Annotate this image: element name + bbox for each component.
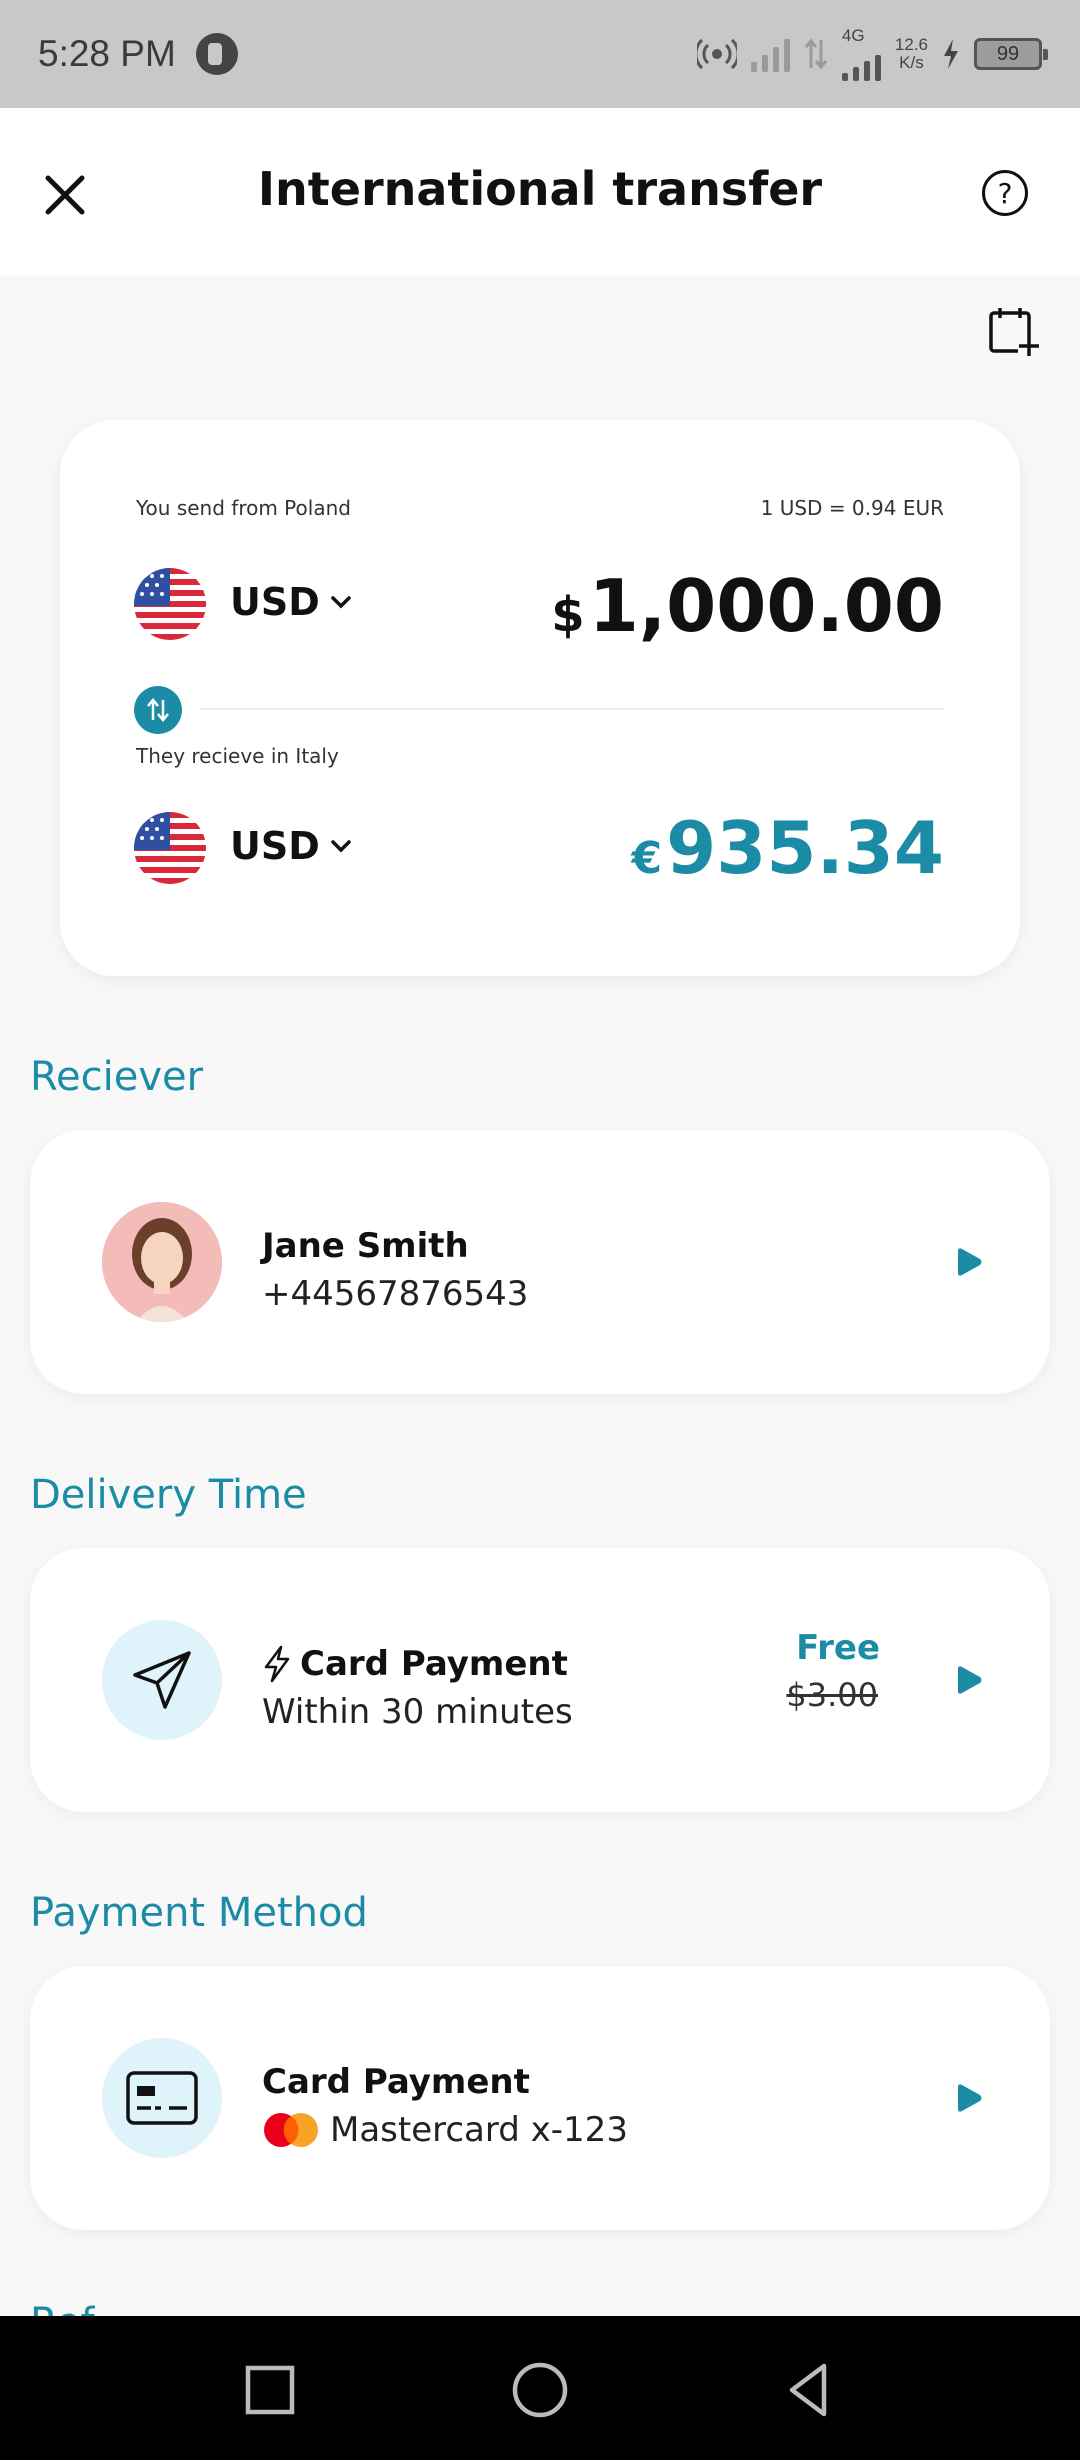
send-icon-circle (102, 1620, 222, 1740)
us-flag-icon (134, 812, 206, 884)
swap-button[interactable] (134, 686, 182, 734)
help-symbol: ? (997, 176, 1013, 210)
delivery-section-title: Delivery Time (30, 1472, 307, 1518)
chevron-right-icon[interactable] (954, 1664, 984, 1696)
payment-section-title: Payment Method (30, 1890, 368, 1936)
data-transfer-icon (804, 38, 828, 70)
receiver-name: Jane Smith (262, 1226, 469, 1266)
status-bar: 5:28 PM 4G 12.6 K/s 99 (0, 0, 1080, 108)
battery-level: 99 (996, 42, 1020, 65)
charging-icon (944, 39, 958, 69)
swap-icon (147, 698, 169, 722)
signal-1-icon (750, 36, 790, 72)
payment-card[interactable]: Card Payment Mastercard x-123 (30, 1966, 1050, 2230)
payment-card-row: Mastercard x-123 (262, 2110, 628, 2150)
payment-title: Card Payment (262, 2062, 530, 2102)
network-type: 4G (841, 26, 865, 45)
help-icon[interactable]: ? (982, 170, 1028, 216)
delivery-price-old: $3.00 (786, 1676, 878, 1714)
payment-card-label: Mastercard x-123 (330, 2110, 628, 2150)
chevron-right-icon[interactable] (954, 1246, 984, 1278)
back-icon[interactable] (780, 2360, 840, 2420)
next-section-title-peek: Ref (30, 2300, 95, 2316)
person-avatar-icon (102, 1202, 222, 1322)
chevron-right-icon[interactable] (954, 2082, 984, 2114)
send-icon (133, 1651, 191, 1709)
chevron-down-icon (331, 596, 351, 609)
send-currency-select[interactable]: USD (230, 580, 352, 624)
exchange-rate: 1 USD = 0.94 EUR (760, 496, 944, 520)
recent-apps-icon[interactable] (240, 2360, 300, 2420)
divider (200, 708, 944, 710)
chevron-down-icon (331, 840, 351, 853)
battery-icon: 99 (974, 38, 1048, 70)
card-icon (126, 2071, 198, 2125)
send-currency-symbol: $ (551, 587, 585, 643)
delivery-title-row: Card Payment (262, 1644, 568, 1684)
mastercard-icon (264, 2113, 318, 2147)
send-label: You send from Poland (136, 496, 351, 520)
receive-currency-select[interactable]: USD (230, 824, 352, 868)
receive-amount-field: € 935.34 (632, 806, 944, 890)
app-notification-icon (195, 33, 238, 75)
receive-amount: 935.34 (666, 806, 944, 890)
send-amount-field[interactable]: $ 1,000.00 (551, 564, 944, 648)
app-header: International transfer ? (0, 108, 1080, 276)
speed-value: 12.6 (894, 35, 928, 54)
amount-card: You send from Poland 1 USD = 0.94 EUR US… (60, 420, 1020, 976)
page-title: International transfer (257, 162, 823, 216)
send-amount: 1,000.00 (588, 564, 944, 648)
send-currency: USD (230, 580, 320, 624)
delivery-subtitle: Within 30 minutes (262, 1692, 573, 1732)
delivery-title: Card Payment (300, 1644, 568, 1684)
hotspot-icon (696, 38, 737, 70)
system-nav-bar (0, 2316, 1080, 2460)
us-flag-icon (134, 568, 206, 640)
card-icon-circle (102, 2038, 222, 2158)
receiver-card[interactable]: Jane Smith +44567876543 (30, 1130, 1050, 1394)
status-indicators: 4G 12.6 K/s 99 (696, 26, 1048, 81)
delivery-price-free: Free (796, 1628, 880, 1668)
receiver-section-title: Reciever (30, 1054, 204, 1100)
receive-currency-symbol: € (631, 833, 663, 884)
receiver-phone: +44567876543 (262, 1274, 529, 1314)
receive-label: They recieve in Italy (136, 744, 339, 768)
calendar-add-icon[interactable] (988, 306, 1040, 358)
signal-2-icon (841, 45, 881, 81)
home-icon[interactable] (510, 2360, 570, 2420)
avatar (102, 1202, 222, 1322)
status-time: 5:28 PM (38, 33, 176, 74)
receive-currency: USD (230, 824, 320, 868)
speed-unit: K/s (899, 53, 924, 72)
delivery-card[interactable]: Card Payment Within 30 minutes Free $3.0… (30, 1548, 1050, 1812)
lightning-icon (264, 1645, 290, 1683)
